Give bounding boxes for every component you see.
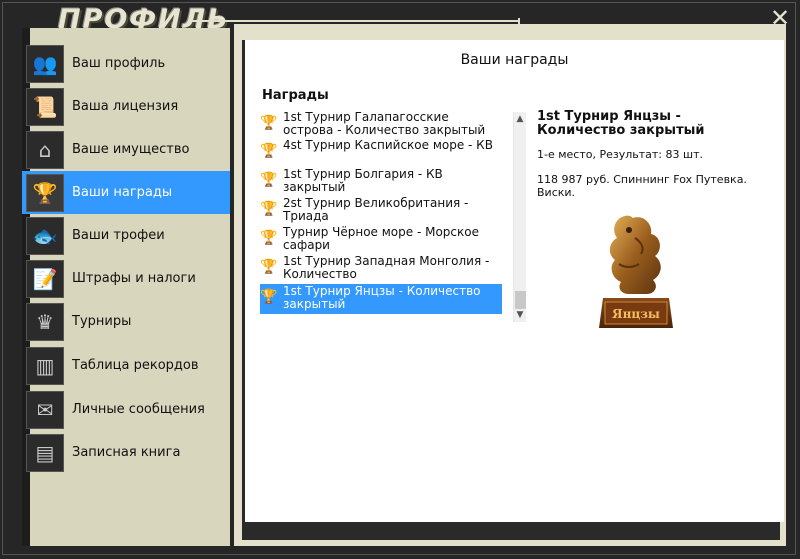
sidebar-item-label: Личные сообщения — [72, 402, 205, 417]
awards-list: 🏆 1st Турнир Галапагосские острова - Кол… — [260, 110, 512, 323]
sidebar-item-records[interactable]: ▥ Таблица рекордов — [22, 344, 230, 387]
users-icon: 👥 — [26, 44, 64, 83]
sidebar-item-license[interactable]: 📜 Ваша лицензия — [22, 85, 230, 128]
award-detail-prize: 118 987 руб. Спиннинг Fox Путевка. Виски… — [537, 173, 747, 199]
cup-icon: 🏆 — [26, 173, 64, 212]
scroll-up-icon[interactable]: ▲ — [514, 112, 526, 126]
award-detail-place: 1-е место, Результат: 83 шт. — [537, 148, 703, 161]
award-detail-title: 1st Турнир Янцзы - Количество закрытый — [537, 109, 705, 138]
sidebar-item-trophies[interactable]: 🐟 Ваши трофеи — [22, 214, 230, 257]
list-item-label: 2st Турнир Великобритания - Триада — [283, 196, 469, 223]
sidebar-item-label: Ваше имущество — [72, 142, 190, 157]
envelope-icon: ✉ — [26, 390, 64, 429]
notebook-icon: ▤ — [26, 433, 64, 472]
page-title: Ваши награды — [460, 52, 569, 68]
list-item-label: Турнир Чёрное море - Морское сафари — [283, 225, 479, 252]
section-label: Награды — [262, 88, 329, 103]
list-item[interactable]: 🏆 4st Турнир Каспийское море - КВ — [260, 138, 502, 164]
sidebar-item-tournaments[interactable]: ♛ Турниры — [22, 300, 230, 343]
list-item[interactable]: 🏆 1st Турнир Галапагосские острова - Кол… — [260, 110, 502, 138]
license-icon: 📜 — [26, 87, 64, 126]
trophy-icon: 🏆 — [260, 172, 278, 188]
house-icon: ⌂ — [26, 130, 64, 169]
list-scrollbar[interactable]: ▲ ▼ — [513, 112, 526, 322]
window-frame: ПРОФИЛЬ ✕ 👥 Ваш профиль 📜 Ваша лицензия … — [0, 0, 800, 559]
list-item-label: 1st Турнир Галапагосские острова - Колич… — [283, 110, 486, 137]
tournament-icon: ♛ — [26, 302, 64, 341]
sidebar-item-notebook[interactable]: ▤ Записная книга — [22, 431, 230, 474]
trophy-icon: 🏆 — [260, 289, 278, 305]
list-item[interactable]: 🏆 2st Турнир Великобритания - Триада — [260, 196, 502, 224]
sidebar-item-label: Ваш профиль — [72, 56, 166, 71]
sidebar-item-awards[interactable]: 🏆 Ваши награды — [22, 171, 230, 214]
sidebar-item-label: Турниры — [72, 314, 132, 329]
scroll-down-icon[interactable]: ▼ — [514, 308, 526, 322]
list-item-selected[interactable]: 🏆 1st Турнир Янцзы - Количество закрытый — [260, 284, 502, 314]
sidebar-item-messages[interactable]: ✉ Личные сообщения — [22, 388, 230, 431]
sidebar-item-label: Ваша лицензия — [72, 99, 179, 114]
list-item-label: 1st Турнир Болгария - КВ закрытый — [283, 167, 443, 194]
list-item-label: 1st Турнир Янцзы - Количество закрытый — [283, 284, 481, 311]
sidebar-item-profile[interactable]: 👥 Ваш профиль — [22, 42, 230, 85]
list-item[interactable]: 🏆 1st Турнир Болгария - КВ закрытый — [260, 167, 502, 195]
sidebar-item-fines[interactable]: 📝 Штрафы и налоги — [22, 257, 230, 300]
scrollbar-thumb[interactable] — [515, 291, 526, 309]
document-icon: 📝 — [26, 259, 64, 298]
awards-panel: Ваши награды Награды 🏆 1st Турнир Галапа… — [245, 40, 784, 522]
trophy-icon: 🏆 — [260, 115, 278, 131]
title-divider — [192, 20, 518, 22]
trophy-icon: 🏆 — [260, 201, 278, 217]
list-item[interactable]: 🏆 1st Турнир Западная Монголия - Количес… — [260, 254, 502, 282]
trophy-plate-text: Янцзы — [612, 307, 660, 321]
list-item-label: 1st Турнир Западная Монголия - Количеств… — [283, 254, 490, 281]
sidebar-item-label: Таблица рекордов — [72, 358, 199, 373]
list-item-label: 4st Турнир Каспийское море - КВ — [283, 138, 493, 152]
sidebar-item-label: Ваши награды — [72, 185, 173, 200]
dragon-trophy-image: Янцзы — [599, 215, 673, 328]
sidebar-item-property[interactable]: ⌂ Ваше имущество — [22, 128, 230, 171]
sidebar-item-label: Штрафы и налоги — [72, 271, 196, 286]
trophy-icon: 🏆 — [260, 230, 278, 246]
fish-icon: 🐟 — [26, 216, 64, 255]
trophy-icon: 🏆 — [260, 143, 278, 159]
sidebar-item-label: Ваши трофеи — [72, 228, 165, 243]
chart-icon: ▥ — [26, 346, 64, 385]
trophy-icon: 🏆 — [260, 259, 278, 275]
list-item[interactable]: 🏆 Турнир Чёрное море - Морское сафари — [260, 225, 502, 253]
sidebar-item-label: Записная книга — [72, 445, 181, 460]
